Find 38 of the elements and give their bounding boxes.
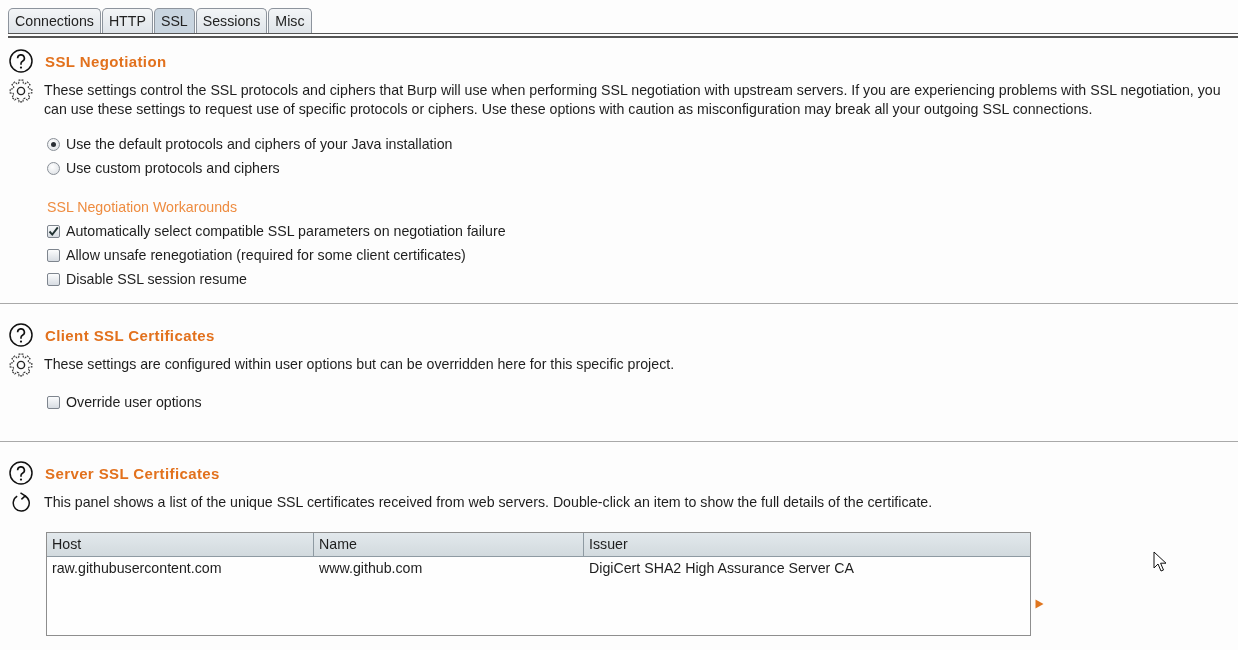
- tab[interactable]: Connections: [8, 8, 101, 33]
- checkbox-label[interactable]: Automatically select compatible SSL parameters on negotiation failure: [66, 223, 506, 239]
- table-cell-text: raw.githubusercontent.com: [51, 559, 223, 578]
- checkbox[interactable]: [47, 395, 60, 409]
- section-title: Server SSL Certificates: [45, 464, 220, 482]
- cursor-icon: [1153, 551, 1167, 572]
- checkbox-label[interactable]: Override user options: [66, 394, 202, 410]
- help-icon: [9, 461, 33, 485]
- radio-label[interactable]: Use custom protocols and ciphers: [66, 160, 280, 176]
- help-icon: [9, 323, 33, 347]
- checkbox-label[interactable]: Disable SSL session resume: [66, 271, 247, 287]
- section-description: This panel shows a list of the unique SSL certificates received from web servers. Double-click an item to show the full details of the certificate.: [44, 493, 934, 512]
- section-description: These settings are configured within user options but can be overridden here for this specific project.: [44, 355, 676, 374]
- column-header[interactable]: Name: [314, 533, 584, 556]
- triangle-icon: [1035, 599, 1044, 609]
- column-header[interactable]: Issuer: [584, 533, 1030, 556]
- section-description: These settings control the SSL protocols and ciphers that Burp will use when performing SSL negotiation with upstream servers. If you are experiencing problems with SSL negotiation, you can use these settings to request use of specific protocols or ciphers. Use these options with caution as misconfiguration may break all your outgoing SSL connections.: [44, 81, 1222, 119]
- radio-button[interactable]: [47, 137, 60, 151]
- refresh-icon: [9, 491, 33, 515]
- checkbox-label[interactable]: Allow unsafe renegotiation (required for some client certificates): [66, 247, 466, 263]
- radio-button[interactable]: [47, 161, 60, 175]
- gear-icon: [9, 79, 33, 103]
- section-title: SSL Negotiation: [45, 52, 167, 70]
- tab[interactable]: Misc: [268, 8, 312, 33]
- checkbox[interactable]: [47, 272, 60, 286]
- gear-icon: [9, 353, 33, 377]
- section-title: Client SSL Certificates: [45, 326, 215, 344]
- table-cell-text: DigiCert SHA2 High Assurance Server CA: [588, 559, 855, 578]
- tab[interactable]: HTTP: [101, 8, 153, 33]
- checkbox[interactable]: [47, 248, 60, 262]
- tab[interactable]: SSL: [153, 8, 195, 33]
- group-heading: SSL Negotiation Workarounds: [47, 198, 239, 217]
- tab[interactable]: Sessions: [195, 8, 268, 33]
- table-cell-text: www.github.com: [318, 559, 424, 578]
- checkbox[interactable]: [47, 224, 60, 238]
- radio-label[interactable]: Use the default protocols and ciphers of your Java installation: [66, 136, 453, 152]
- help-icon: [9, 49, 33, 73]
- column-header[interactable]: Host: [47, 533, 314, 556]
